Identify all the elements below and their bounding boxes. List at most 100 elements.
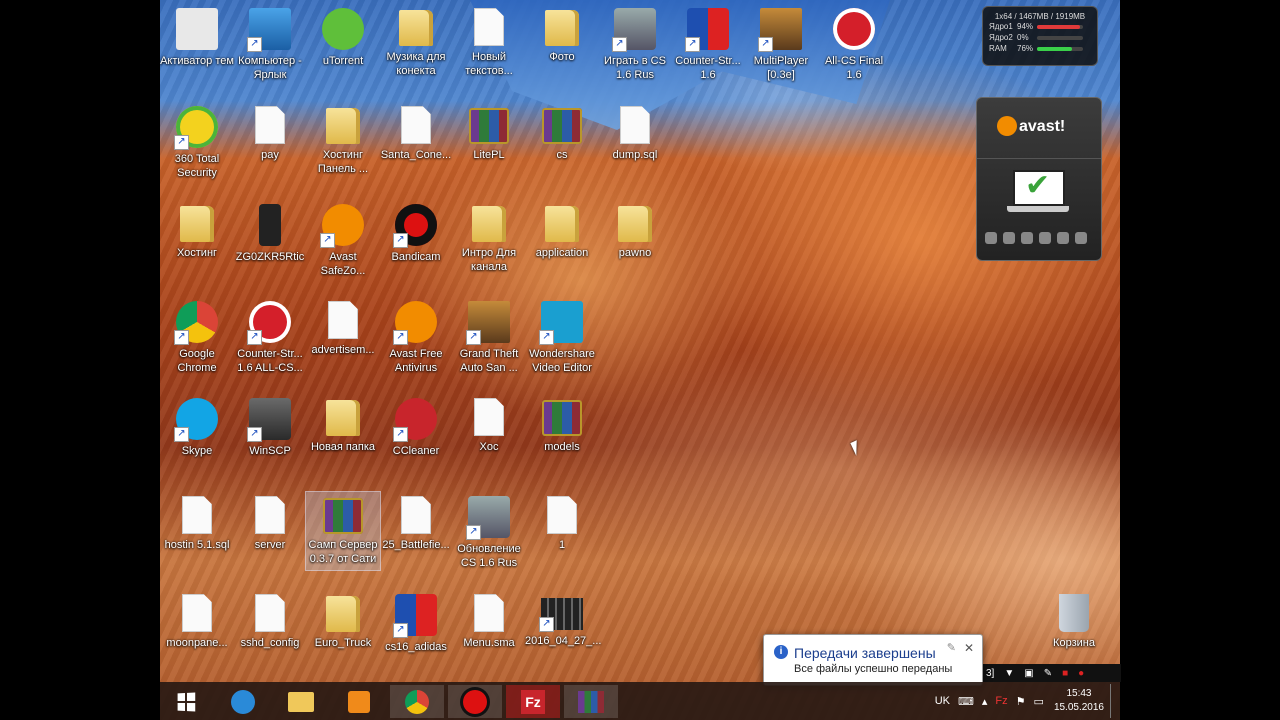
folder-icon — [545, 10, 579, 46]
desktop-icon-winscp[interactable]: ↗ WinSCP — [233, 390, 307, 458]
desktop-icon-new-folder[interactable]: Новая папка — [306, 390, 380, 454]
desktop-icon-euro-truck[interactable]: Euro_Truck — [306, 586, 380, 650]
sysmon-header: 1x64 / 1467MB / 1919MB — [994, 12, 1086, 21]
media-player-icon — [348, 690, 370, 713]
desktop-icon-skype[interactable]: ↗ Skype — [160, 390, 234, 458]
desktop-icon-pawno[interactable]: pawno — [598, 196, 672, 260]
utorrent-icon — [322, 8, 364, 50]
update-icon[interactable] — [1021, 232, 1033, 244]
transfer-complete-notification[interactable]: i Передачи завершены Все файлы успешно п… — [763, 634, 983, 686]
desktop-icon-hostin-sql[interactable]: hostin 5.1.sql — [160, 488, 234, 552]
desktop-icon-all-cs[interactable]: All-CS Final 1.6 — [817, 0, 891, 82]
desktop-icon-ccleaner[interactable]: ↗ CCleaner — [379, 390, 453, 458]
desktop-icon-computer[interactable]: ↗ Компьютер - Ярлык — [233, 0, 307, 82]
desktop-icon-intro-folder[interactable]: Интро Для канала — [452, 196, 526, 274]
share-icon[interactable] — [1075, 232, 1087, 244]
desktop-icon-dump-sql[interactable]: dump.sql — [598, 98, 672, 162]
windows-logo-icon — [177, 692, 196, 711]
desktop-icon-pay[interactable]: pay — [233, 98, 307, 162]
desktop-icon-battlefield[interactable]: 25_Battlefie... — [379, 488, 453, 552]
chevron-down-icon[interactable]: ▼ — [1004, 668, 1014, 679]
desktop-icon-bandicam[interactable]: ↗ Bandicam — [379, 196, 453, 264]
desktop-icon-1[interactable]: 1 — [525, 488, 599, 552]
desktop-icon-music-folder[interactable]: Музика для конекта — [379, 0, 453, 78]
filezilla-tray-icon[interactable]: Fz — [995, 695, 1007, 707]
desktop-icon-chrome[interactable]: ↗ Google Chrome — [160, 293, 234, 375]
taskbar-ie[interactable] — [216, 685, 270, 718]
folder-icon — [326, 108, 360, 144]
desktop-icon-avast-safezone[interactable]: ↗ Avast SafeZo... — [306, 196, 380, 278]
desktop-icon-avast-free[interactable]: ↗ Avast Free Antivirus — [379, 293, 453, 375]
settings-icon[interactable] — [985, 232, 997, 244]
desktop-icon-server[interactable]: server — [233, 488, 307, 552]
desktop-icon-counter-strike[interactable]: ↗ Counter-Str... 1.6 — [671, 0, 745, 82]
taskbar-filezilla[interactable]: Fz — [506, 685, 560, 718]
close-icon[interactable]: ✕ — [964, 641, 974, 655]
notification-title: Передачи завершены — [794, 645, 936, 661]
keyboard-icon[interactable]: ⌨ — [958, 695, 974, 708]
sysmon-value: 0% — [1017, 33, 1029, 42]
desktop-icon-moonpanel[interactable]: moonpane... — [160, 586, 234, 650]
record-icon[interactable]: ● — [1078, 668, 1084, 679]
notepad-file-icon — [255, 496, 285, 534]
pin-icon[interactable]: ✎ — [947, 641, 956, 654]
desktop-icon-photo[interactable]: Фото — [525, 0, 599, 64]
pen-icon[interactable]: ✎ — [1044, 668, 1052, 679]
desktop-icon-santa[interactable]: Santa_Cone... — [379, 98, 453, 162]
folder-icon — [326, 400, 360, 436]
desktop-icon-multiplayer[interactable]: ↗ MultiPlayer [0.3e] — [744, 0, 818, 82]
taskbar-bandicam[interactable] — [448, 685, 502, 718]
desktop-icon-utorrent[interactable]: uTorrent — [306, 0, 380, 68]
desktop-icon-sshd-config[interactable]: sshd_config — [233, 586, 307, 650]
scan-icon[interactable] — [1003, 232, 1015, 244]
desktop-icon-cs-allcs[interactable]: ↗ Counter-Str... 1.6 ALL-CS... — [233, 293, 307, 375]
desktop-icon-cs16-adidas[interactable]: ↗ cs16_adidas — [379, 586, 453, 654]
desktop-icon-gta-sa[interactable]: ↗ Grand Theft Auto San ... — [452, 293, 526, 375]
avast-gadget[interactable]: avast! — [976, 97, 1102, 261]
desktop-icon-menu-sma[interactable]: Menu.sma — [452, 586, 526, 650]
clock-time: 15:43 — [1066, 688, 1092, 699]
icon-label: CCleaner — [392, 445, 440, 457]
icon-label: hostin 5.1.sql — [164, 539, 230, 551]
desktop-icon-advertisement[interactable]: advertisem... — [306, 293, 380, 357]
desktop-icon-360-security[interactable]: ↗ 360 Total Security — [160, 98, 234, 180]
desktop-icon-hosting-panel[interactable]: Хостинг Панель ... — [306, 98, 380, 176]
taskbar-winrar[interactable] — [564, 685, 618, 718]
gta-icon: ↗ — [466, 301, 510, 345]
desktop-icon-zg0[interactable]: ZG0ZKR5Rtic — [233, 196, 307, 264]
clock[interactable]: 15:43 15.05.2016 — [1054, 687, 1104, 715]
action-center-flag-icon[interactable]: ⚑ — [1016, 695, 1026, 708]
desktop-icon-new-text[interactable]: Новый текстов... — [452, 0, 526, 78]
laptop-base — [1007, 206, 1069, 212]
desktop-icon-cs-update[interactable]: ↗ Обновление CS 1.6 Rus — [452, 488, 526, 570]
desktop-icon-recycle-bin[interactable]: Корзина — [1037, 586, 1111, 650]
taskbar-chrome[interactable] — [390, 685, 444, 718]
camera-icon[interactable]: ▣ — [1024, 668, 1033, 679]
desktop-icon-samp-server[interactable]: Самп Сервер 0.3.7 от Сати — [305, 491, 381, 571]
icon-label: Euro_Truck — [314, 637, 372, 649]
taskbar-media-player[interactable] — [332, 685, 386, 718]
explorer-icon — [288, 691, 314, 712]
network-icon[interactable]: ▭ — [1034, 695, 1044, 708]
desktop-icon-hosting[interactable]: Хостинг — [160, 196, 234, 260]
desktop-icon-play-cs[interactable]: ↗ Играть в CS 1.6 Rus — [598, 0, 672, 82]
desktop-icon-application[interactable]: application — [525, 196, 599, 260]
twitter-icon[interactable] — [1039, 232, 1051, 244]
desktop-icon-cs-archive[interactable]: cs — [525, 98, 599, 162]
stop-icon[interactable]: ■ — [1062, 668, 1068, 679]
language-indicator[interactable]: UK — [935, 695, 950, 707]
desktop-icon-activator[interactable]: Активатор тем — [160, 0, 234, 68]
desktop-icon-litepl[interactable]: LitePL — [452, 98, 526, 162]
facebook-icon[interactable] — [1057, 232, 1069, 244]
desktop-icon-video-2016[interactable]: ↗ 2016_04_27_... — [525, 586, 601, 648]
desktop-icon-xoc[interactable]: Xoc — [452, 390, 526, 454]
desktop-icon-models[interactable]: models — [525, 390, 599, 454]
show-hidden-icons-icon[interactable]: ▴ — [982, 695, 988, 708]
start-button[interactable] — [164, 685, 208, 718]
protected-laptop-icon[interactable] — [1013, 168, 1065, 206]
desktop-icon-wondershare[interactable]: ↗ Wondershare Video Editor — [525, 293, 599, 375]
show-desktop-button[interactable] — [1110, 684, 1116, 718]
icon-label: server — [254, 539, 286, 551]
system-tray: UK ⌨ ▴ Fz ⚑ ▭ 15:43 15.05.2016 — [935, 682, 1116, 720]
taskbar-explorer[interactable] — [274, 685, 328, 718]
